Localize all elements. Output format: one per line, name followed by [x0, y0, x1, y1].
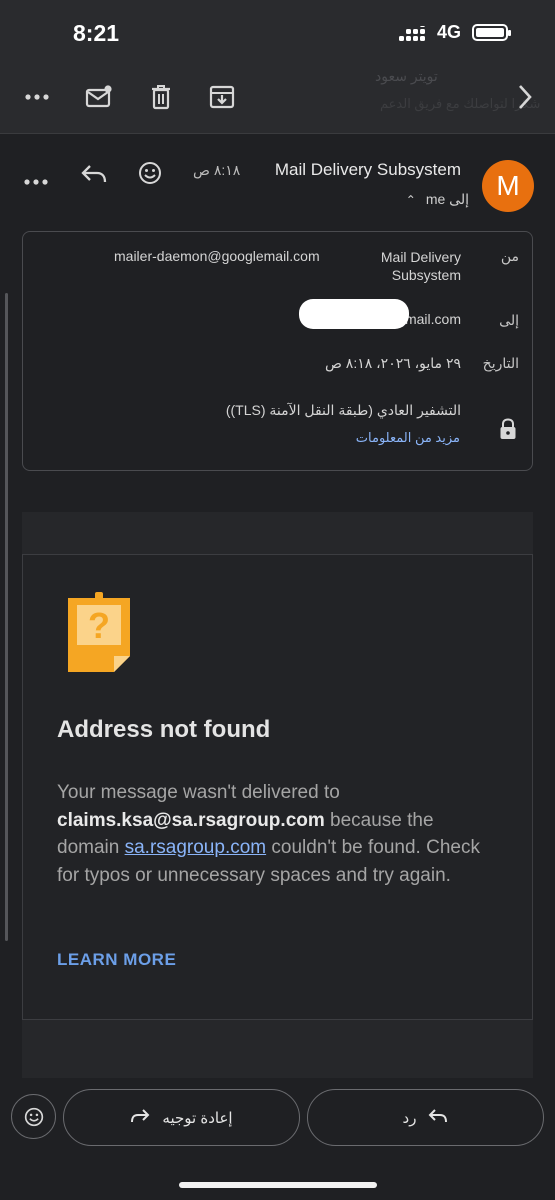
reply-button[interactable]: رد: [307, 1089, 544, 1146]
home-indicator[interactable]: [179, 1182, 377, 1188]
emoji-reaction-button[interactable]: [11, 1094, 56, 1139]
forward-icon: [130, 1108, 150, 1128]
encryption-info: التشفير العادي (طبقة النقل الآمنة (TLS)): [225, 402, 461, 418]
battery-icon: [472, 24, 511, 41]
reply-icon[interactable]: [81, 164, 107, 189]
message-header: ٨:١٨ ص Mail Delivery Subsystem ⌃ إلى me …: [0, 140, 555, 220]
bounce-message: Your message wasn't delivered to claims.…: [57, 779, 487, 889]
chevron-right-icon[interactable]: [510, 82, 540, 112]
reply-icon-bottom: [428, 1108, 448, 1128]
sender-name: Mail Delivery Subsystem: [274, 160, 461, 179]
avatar[interactable]: M: [482, 160, 534, 212]
ghost-preview-text: تويتر سعود: [375, 68, 438, 84]
from-label: من: [500, 248, 519, 264]
to-label: إلى: [499, 312, 519, 328]
bounce-text-1: Your message wasn't delivered to: [57, 782, 340, 803]
top-toolbar: تويتر سعود شكرا لتواصلك مع فريق الدعم: [0, 62, 555, 134]
archive-icon[interactable]: [207, 82, 237, 112]
more-options-icon[interactable]: [22, 82, 52, 112]
recipient-toggle[interactable]: ⌃ إلى me: [406, 191, 469, 208]
date-value: ٢٩ مايو، ٢٠٢٦، ٨:١٨ ص: [324, 355, 461, 371]
date-label: التاريخ: [482, 355, 519, 371]
scrollbar[interactable]: [5, 293, 8, 941]
bounced-address: claims.ksa@sa.rsagroup.com: [57, 809, 325, 831]
sticky-note-question-icon: ?: [68, 592, 132, 679]
message-more-icon[interactable]: [24, 172, 48, 190]
redaction-mark: [299, 299, 409, 329]
note-glyph: ?: [88, 605, 110, 646]
chevron-up-icon: ⌃: [405, 192, 416, 207]
reply-label: رد: [402, 1109, 417, 1127]
status-time: 8:21: [73, 20, 120, 46]
network-type: 4G: [437, 22, 462, 42]
from-name: Mail Delivery Subsystem: [380, 249, 461, 283]
to-me-label: إلى me: [425, 191, 469, 207]
forward-button[interactable]: إعادة توجيه: [63, 1089, 300, 1146]
learn-more-link[interactable]: LEARN MORE: [57, 950, 176, 970]
emoji-react-icon[interactable]: [138, 161, 162, 190]
message-details-card: من Mail Delivery Subsystem mailer-daemon…: [22, 231, 533, 471]
status-bar: 8:21 4G: [0, 0, 555, 62]
lock-icon: [499, 418, 517, 445]
smiley-icon: [24, 1107, 43, 1126]
bounce-title: Address not found: [57, 716, 271, 743]
delete-icon[interactable]: [146, 82, 176, 112]
more-info-link[interactable]: مزيد من المعلومات: [356, 430, 460, 446]
from-email: mailer-daemon@googlemail.com: [114, 248, 320, 264]
domain-link[interactable]: sa.rsagroup.com: [125, 837, 267, 858]
mark-unread-icon[interactable]: [84, 82, 114, 112]
message-time: ٨:١٨ ص: [193, 162, 241, 178]
signal-icon: [399, 22, 431, 47]
forward-label: إعادة توجيه: [162, 1109, 233, 1127]
